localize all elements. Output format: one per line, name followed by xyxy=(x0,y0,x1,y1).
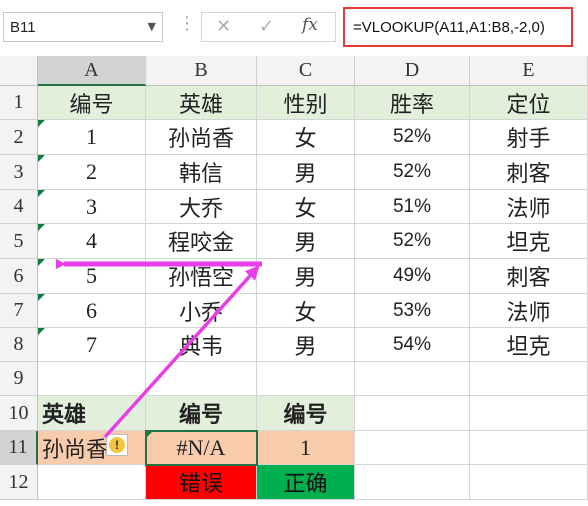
annotation-arrows xyxy=(56,259,262,439)
arrow-diagonal xyxy=(103,265,260,439)
